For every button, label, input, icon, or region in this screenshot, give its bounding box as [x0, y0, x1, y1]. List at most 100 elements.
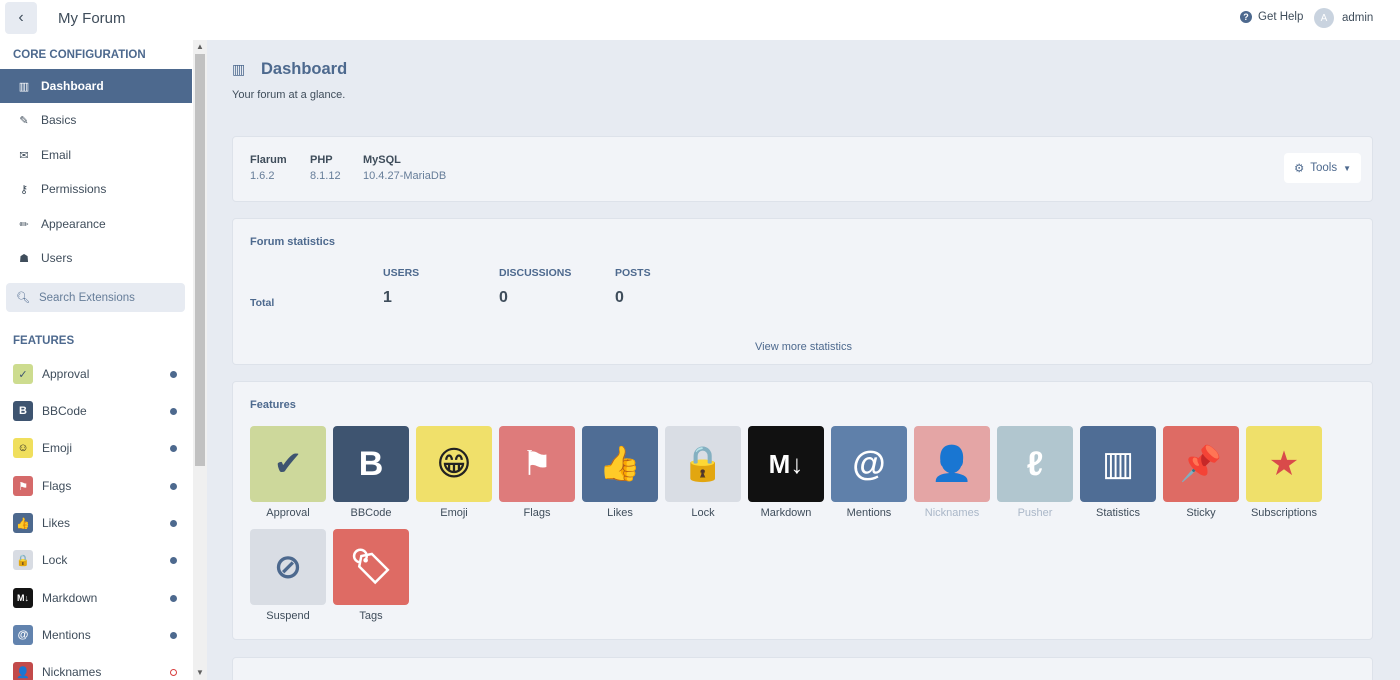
- avatar: A: [1314, 8, 1334, 28]
- feature-subscriptions[interactable]: ★ Subscriptions: [1246, 426, 1322, 519]
- disabled-indicator: [170, 668, 177, 676]
- users-icon: ☗: [19, 252, 29, 265]
- scrollbar-thumb[interactable]: [195, 54, 205, 466]
- feature-sticky[interactable]: 📌 Sticky: [1163, 426, 1239, 519]
- sidebar-ext-label: Mentions: [42, 628, 91, 642]
- thumbs-up-icon: 👍: [13, 513, 33, 533]
- sidebar-ext-label: Nicknames: [42, 665, 102, 679]
- page-title: Dashboard: [261, 60, 348, 78]
- sidebar-item-basics[interactable]: ✎ Basics: [0, 103, 192, 137]
- features-title: Features: [250, 399, 296, 411]
- back-button[interactable]: ‹: [5, 2, 37, 34]
- sidebar-ext-bbcode[interactable]: B BBCode: [0, 393, 192, 429]
- feature-label: Pusher: [1017, 507, 1053, 519]
- sidebar-item-permissions[interactable]: ⚷ Permissions: [0, 172, 192, 206]
- thumbs-up-icon: 👍: [582, 426, 658, 502]
- sidebar-item-users[interactable]: ☗ Users: [0, 241, 192, 275]
- feature-label: Statistics: [1095, 507, 1140, 519]
- sidebar-ext-flags[interactable]: ⚑ Flags: [0, 468, 192, 504]
- gear-icon: ⚙: [1293, 163, 1305, 175]
- user-tag-icon: 👤: [13, 662, 33, 680]
- ban-icon: ⊘: [250, 529, 326, 605]
- bbcode-icon: B: [13, 401, 33, 421]
- tags-icon: 🏷: [333, 529, 409, 605]
- question-circle-icon: ?: [1240, 11, 1252, 23]
- version-mysql: MySQL 10.4.27-MariaDB: [363, 154, 446, 182]
- feature-lock[interactable]: 🔒 Lock: [665, 426, 741, 519]
- sidebar-ext-lock[interactable]: 🔒 Lock: [0, 542, 192, 578]
- sidebar-ext-nicknames[interactable]: 👤 Nicknames: [0, 654, 192, 680]
- forum-title[interactable]: My Forum: [58, 10, 126, 27]
- version-php: PHP 8.1.12: [310, 154, 341, 182]
- sidebar-ext-markdown[interactable]: M↓ Markdown: [0, 580, 192, 616]
- feature-statistics[interactable]: ▥ Statistics: [1080, 426, 1156, 519]
- sidebar-ext-label: Flags: [42, 479, 72, 493]
- sidebar-item-label: Users: [41, 251, 73, 265]
- version-value: 1.6.2: [250, 170, 275, 182]
- stat-value-discussions: 0: [499, 289, 508, 306]
- feature-label: Flags: [523, 507, 551, 519]
- sidebar-ext-approval[interactable]: ✓ Approval: [0, 356, 192, 392]
- feature-bbcode[interactable]: B BBCode: [333, 426, 409, 519]
- emoji-icon: ☺: [13, 438, 33, 458]
- sidebar-ext-emoji[interactable]: ☺ Emoji: [0, 430, 192, 466]
- pencil-icon: ✎: [19, 114, 29, 127]
- stat-value-posts: 0: [615, 289, 624, 306]
- feature-nicknames[interactable]: 👤 Nicknames: [914, 426, 990, 519]
- search-extensions-input[interactable]: 🔍︎ Search Extensions: [6, 283, 185, 312]
- enabled-indicator: [170, 482, 177, 490]
- user-tag-icon: 👤: [914, 426, 990, 502]
- sidebar-ext-label: Likes: [42, 516, 71, 530]
- sidebar-ext-mentions[interactable]: @ Mentions: [0, 617, 192, 653]
- feature-pusher[interactable]: ℓ Pusher: [997, 426, 1073, 519]
- star-icon: ★: [1246, 426, 1322, 502]
- sidebar: CORE CONFIGURATION ▥ Dashboard ✎ Basics …: [0, 40, 192, 680]
- emoji-icon: 😁: [416, 426, 492, 502]
- feature-label: Emoji: [440, 507, 468, 519]
- enabled-indicator: [170, 519, 177, 527]
- feature-label: BBCode: [350, 507, 392, 519]
- main-content: ▥ Dashboard Your forum at a glance. Flar…: [207, 40, 1400, 680]
- sidebar-ext-label: Approval: [42, 367, 90, 381]
- scroll-up-arrow-icon[interactable]: ▲: [193, 40, 207, 54]
- feature-emoji[interactable]: 😁 Emoji: [416, 426, 492, 519]
- view-more-statistics-link[interactable]: View more statistics: [233, 341, 1374, 353]
- enabled-indicator: [170, 556, 177, 564]
- sidebar-scrollbar[interactable]: ▲ ▼: [193, 40, 207, 680]
- feature-approval[interactable]: ✔ Approval: [250, 426, 326, 519]
- scroll-down-arrow-icon[interactable]: ▼: [193, 666, 207, 680]
- at-sign-icon: @: [13, 625, 33, 645]
- sidebar-item-email[interactable]: ✉ Email: [0, 138, 192, 172]
- feature-markdown[interactable]: M↓ Markdown: [748, 426, 824, 519]
- sidebar-ext-likes[interactable]: 👍 Likes: [0, 505, 192, 541]
- sidebar-item-label: Permissions: [41, 182, 107, 196]
- sidebar-item-dashboard[interactable]: ▥ Dashboard: [0, 69, 192, 103]
- username: admin: [1342, 12, 1374, 24]
- feature-flags[interactable]: ⚑ Flags: [499, 426, 575, 519]
- feature-suspend[interactable]: ⊘ Suspend: [250, 529, 326, 622]
- markdown-icon: M↓: [13, 588, 33, 608]
- feature-tags[interactable]: 🏷 Tags: [333, 529, 409, 622]
- get-help-link[interactable]: ? Get Help: [1240, 11, 1303, 23]
- stat-head-discussions: DISCUSSIONS: [499, 267, 572, 279]
- stat-head-posts: POSTS: [615, 267, 651, 279]
- enabled-indicator: [170, 407, 177, 415]
- tools-dropdown-button[interactable]: ⚙ Tools ▼: [1284, 153, 1361, 183]
- lock-icon: 🔒: [13, 550, 33, 570]
- bar-chart-icon: ▥: [1080, 426, 1156, 502]
- stat-value-users: 1: [383, 289, 392, 306]
- approval-icon: ✓: [13, 364, 33, 384]
- feature-mentions[interactable]: @ Mentions: [831, 426, 907, 519]
- get-help-label: Get Help: [1258, 11, 1304, 23]
- forum-statistics-panel: Forum statistics Total USERS 1 DISCUSSIO…: [232, 218, 1373, 365]
- feature-likes[interactable]: 👍 Likes: [582, 426, 658, 519]
- enabled-indicator: [170, 444, 177, 452]
- sidebar-ext-label: Emoji: [42, 441, 73, 455]
- version-panel: Flarum 1.6.2 PHP 8.1.12 MySQL 10.4.27-Ma…: [232, 136, 1373, 202]
- version-key: PHP: [310, 154, 333, 166]
- sidebar-item-appearance[interactable]: ✏ Appearance: [0, 207, 192, 241]
- enabled-indicator: [170, 631, 177, 639]
- feature-label: Approval: [266, 507, 310, 519]
- user-menu[interactable]: A admin: [1314, 8, 1373, 28]
- sidebar-ext-label: Markdown: [42, 591, 98, 605]
